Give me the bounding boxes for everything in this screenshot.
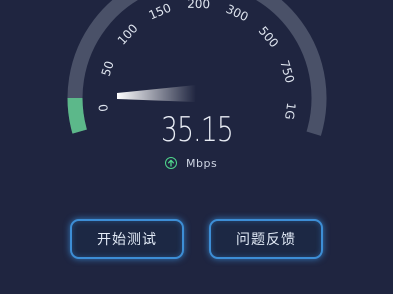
gauge-progress [67,97,87,134]
speed-value: 35.15 [160,110,234,150]
upload-arrow-icon [165,157,177,169]
gauge-tick-label: 0 [96,103,111,112]
gauge-needle [117,85,196,102]
gauge-tick-label: 750 [277,59,297,85]
feedback-button[interactable]: 问题反馈 [209,219,323,259]
gauge-tick-label: 200 [187,0,210,11]
speed-unit-label: Mbps [186,156,218,170]
gauge-tick-label: 150 [147,1,174,23]
gauge-tick-label: 50 [99,59,117,78]
gauge-tick-label: 500 [256,24,282,51]
speed-unit-row: Mbps [165,155,217,171]
gauge-tick-label: 1G [282,102,298,121]
gauge-tick-label: 300 [224,2,251,24]
start-test-button[interactable]: 开始测试 [70,219,184,259]
gauge-tick-label: 100 [115,21,141,47]
gauge-tick-labels: 0 50 100 150 200 300500 750 1G [96,0,298,120]
